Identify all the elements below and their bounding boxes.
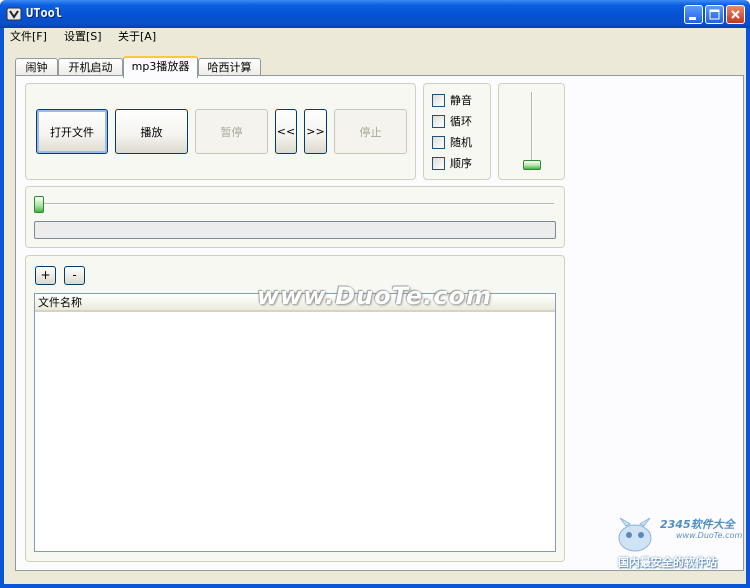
window-title: UTool xyxy=(26,6,63,20)
seek-slider-track xyxy=(38,203,554,205)
app-icon xyxy=(6,7,22,21)
close-button[interactable] xyxy=(726,5,745,24)
close-icon xyxy=(731,10,740,19)
tab-alarm[interactable]: 闹钟 xyxy=(15,58,58,76)
previous-button[interactable]: << xyxy=(275,109,297,154)
open-file-button[interactable]: 打开文件 xyxy=(36,109,108,154)
next-button[interactable]: >> xyxy=(304,109,327,154)
volume-group xyxy=(498,83,565,180)
play-options-group: 静音 循环 随机 顺序 xyxy=(423,83,491,180)
tab-control: 闹钟 开机启动 mp3播放器 哈西计算 打开文件 播放 暂停 << >> 停止 … xyxy=(12,56,744,576)
volume-slider-track xyxy=(531,92,533,166)
seek-slider-thumb[interactable] xyxy=(34,196,44,213)
loop-label: 循环 xyxy=(450,115,472,128)
sequential-label: 顺序 xyxy=(450,157,472,170)
stop-button[interactable]: 停止 xyxy=(334,109,407,154)
tab-mp3-player[interactable]: mp3播放器 xyxy=(123,56,198,78)
menu-file[interactable]: 文件[F] xyxy=(6,29,51,45)
loop-checkbox[interactable] xyxy=(432,115,445,128)
sequential-checkbox[interactable] xyxy=(432,157,445,170)
logo-tagline: 国内最安全的软件站 xyxy=(618,556,717,569)
tab-startup[interactable]: 开机启动 xyxy=(58,58,123,76)
logo-url: www.DuoTe.com xyxy=(676,531,743,540)
menu-about[interactable]: 关于[A] xyxy=(114,29,160,45)
menu-settings[interactable]: 设置[S] xyxy=(60,29,106,45)
minimize-button[interactable] xyxy=(684,5,703,24)
watermark-text: www.DuoTe.com xyxy=(257,282,492,310)
minimize-icon xyxy=(689,17,696,20)
add-file-button[interactable]: + xyxy=(35,266,56,285)
playback-controls-group: 打开文件 播放 暂停 << >> 停止 xyxy=(25,83,416,180)
playback-progress-bar xyxy=(34,221,556,239)
shuffle-checkbox[interactable] xyxy=(432,136,445,149)
site-logo: 2345软件大全 www.DuoTe.com 国内最安全的软件站 xyxy=(612,516,746,572)
mute-checkbox[interactable] xyxy=(432,94,445,107)
mute-label: 静音 xyxy=(450,94,472,107)
mp3-player-panel: 打开文件 播放 暂停 << >> 停止 静音 循环 随机 顺序 + - 文件名称 xyxy=(15,75,744,571)
tab-hash-calc[interactable]: 哈西计算 xyxy=(198,58,261,76)
volume-slider-thumb[interactable] xyxy=(523,160,541,170)
maximize-icon xyxy=(709,9,720,20)
title-bar[interactable]: UTool xyxy=(0,0,750,28)
maximize-button[interactable] xyxy=(705,5,724,24)
play-button[interactable]: 播放 xyxy=(115,109,188,154)
playlist-listview[interactable]: 文件名称 xyxy=(34,293,556,552)
shuffle-label: 随机 xyxy=(450,136,472,149)
remove-file-button[interactable]: - xyxy=(64,266,85,285)
mascot-icon xyxy=(618,517,652,552)
pause-button[interactable]: 暂停 xyxy=(195,109,268,154)
logo-title: 2345软件大全 xyxy=(660,518,735,531)
menu-bar: 文件[F] 设置[S] 关于[A] xyxy=(4,28,746,46)
seek-group xyxy=(25,186,565,248)
